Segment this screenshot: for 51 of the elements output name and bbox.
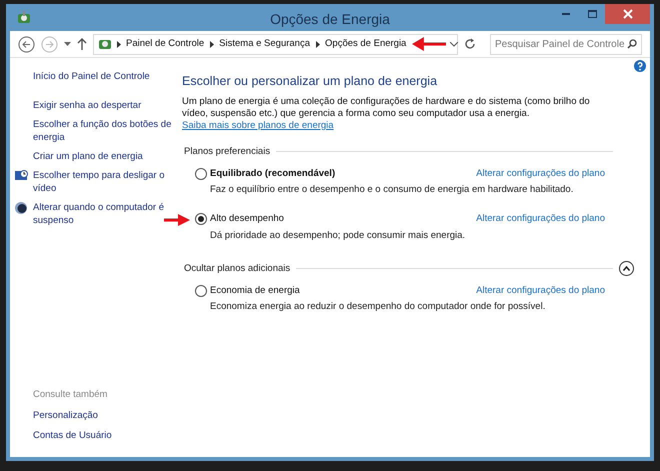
sidebar-link[interactable]: Exigir senha ao despertar [33, 99, 176, 112]
sidebar-link[interactable]: Escolher tempo para desligar o vídeo [33, 169, 176, 196]
caret-icon [623, 266, 630, 272]
plan-description: Dá prioridade ao desempenho; pode consumir mais energia. [209, 228, 466, 242]
help-icon[interactable] [634, 60, 646, 72]
search-field[interactable]: Pesquisar Painel de Controle [490, 34, 642, 54]
dropdown-icon[interactable] [64, 42, 71, 46]
group-title: Ocultar planos adicionais [183, 262, 290, 276]
page-heading: Escolher ou personalizar um plano de energia [182, 73, 438, 90]
chevron-icon [117, 40, 121, 48]
sidebar-link[interactable]: Escolher a função dos botões de energia [33, 118, 176, 144]
plan-name: Equilibrado (recomendável) [210, 166, 336, 181]
pointer-arrow-icon [412, 37, 446, 51]
up-arrow-icon[interactable] [77, 38, 87, 50]
change-plan-link[interactable]: Alterar configurações do plano [476, 166, 605, 181]
dropdown-icon[interactable] [450, 42, 458, 46]
change-plan-link[interactable]: Alterar configurações do plano [476, 212, 605, 226]
see-also-title: Consulte também [33, 388, 108, 402]
plan-name: Economia de energia [210, 284, 300, 298]
collapse-toggle[interactable] [619, 261, 634, 276]
search-icon [627, 39, 637, 49]
breadcrumb[interactable]: Opções de Energia [325, 36, 406, 52]
breadcrumb[interactable]: Painel de Controle [126, 36, 204, 52]
see-also-link[interactable]: Contas de Usuário [33, 428, 176, 443]
pointer-arrow-icon [164, 214, 190, 226]
power-options-icon [16, 10, 32, 26]
refresh-icon[interactable] [464, 38, 476, 50]
learn-more-link[interactable]: Saiba mais sobre planos de energia [182, 120, 334, 131]
back-button[interactable] [18, 36, 35, 52]
sidebar-link[interactable]: Criar um plano de energia [33, 150, 176, 164]
see-also-link[interactable]: Personalização [33, 408, 176, 423]
change-plan-link[interactable]: Alterar configurações do plano [476, 284, 605, 298]
radio-button[interactable] [195, 284, 207, 297]
plan-description: Faz o equilíbrio entre o desempenho e o consumo de energia em hardware habilitado. [209, 183, 574, 197]
group-title: Planos preferenciais [183, 144, 270, 159]
chevron-icon [210, 40, 214, 48]
window-title: Opções de Energia [269, 10, 391, 29]
sidebar-link[interactable]: Início do Painel de Controle [33, 70, 176, 84]
intro-paragraph: Um plano de energia é uma coleção de configurações de hardware e do sistema (como brilho do vídeo, suspensão etc.) que gerencia a forma como seu computador usa a energia. Saiba mais sobre planos de energia [182, 96, 591, 132]
close-icon [622, 9, 632, 19]
clock-monitor-icon [15, 170, 29, 182]
plan-name: Alto desempenho [210, 212, 284, 226]
address-field[interactable]: Painel de Controle Sistema e Segurança Opções de Energia [93, 34, 458, 54]
breadcrumb[interactable]: Sistema e Segurança [219, 36, 310, 52]
radio-button[interactable] [195, 168, 207, 180]
radio-button[interactable] [195, 213, 207, 226]
chevron-icon [316, 40, 320, 48]
moon-icon [15, 202, 27, 214]
plan-description: Economiza energia ao reduzir o desempenho do computador onde for possível. [209, 300, 546, 314]
sidebar-link[interactable]: Alterar quando o computador é suspenso [33, 201, 176, 228]
close-button[interactable] [605, 4, 650, 24]
